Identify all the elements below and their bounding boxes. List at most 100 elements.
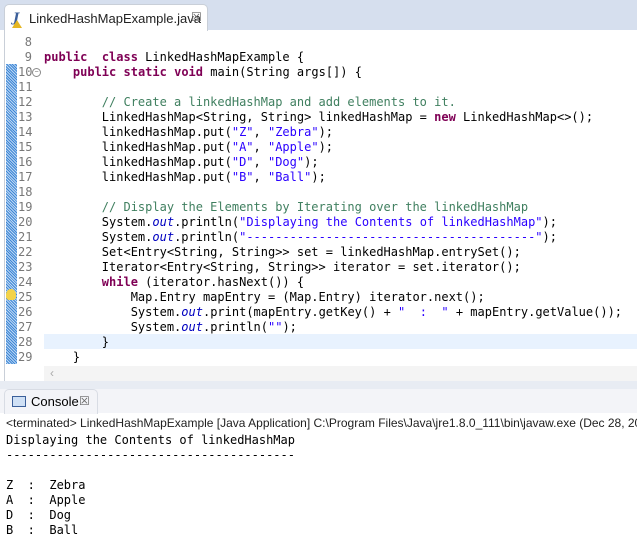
code-token: } bbox=[44, 335, 110, 349]
close-tab-icon[interactable]: ☒ bbox=[191, 10, 202, 24]
string-literal: "Z" bbox=[231, 125, 254, 139]
fold-collapse-icon[interactable]: − bbox=[32, 68, 41, 77]
code-token: System. bbox=[44, 230, 153, 244]
line-number: 29 bbox=[18, 350, 33, 364]
line-number: 11 bbox=[18, 80, 33, 94]
code-token: linkedHashMap.put( bbox=[44, 170, 232, 184]
code-line: System.out.println("--------------------… bbox=[44, 230, 557, 245]
string-literal: "A" bbox=[231, 140, 254, 154]
string-literal: " : " bbox=[398, 305, 449, 319]
line-number: 21 bbox=[18, 230, 33, 244]
keyword: while bbox=[101, 275, 138, 289]
code-token: , bbox=[253, 155, 268, 169]
panel-divider[interactable] bbox=[0, 381, 637, 389]
editor-tab-bar: J LinkedHashMapExample.java ☒ bbox=[0, 0, 637, 32]
code-line: // Display the Elements by Iterating ove… bbox=[44, 200, 528, 215]
tab-label: LinkedHashMapExample.java bbox=[29, 11, 201, 26]
console-output-line: Displaying the Contents of linkedHashMap bbox=[6, 433, 295, 447]
console-tab-label: Console bbox=[31, 394, 79, 409]
string-literal: "---------------------------------------… bbox=[239, 230, 543, 244]
code-token: ); bbox=[282, 320, 297, 334]
line-number: 20 bbox=[18, 215, 33, 229]
code-token: .println( bbox=[174, 230, 240, 244]
code-token: linkedHashMap.put( bbox=[44, 125, 232, 139]
string-literal: "Zebra" bbox=[267, 125, 319, 139]
keyword: class bbox=[101, 50, 138, 64]
code-token: } bbox=[44, 350, 81, 364]
code-token: LinkedHashMap<>(); bbox=[455, 110, 594, 124]
string-literal: "B" bbox=[231, 170, 254, 184]
line-number: 23 bbox=[18, 260, 33, 274]
current-line-highlight bbox=[44, 334, 637, 349]
keyword: public bbox=[44, 50, 88, 64]
code-token: (iterator.hasNext()) { bbox=[137, 275, 305, 289]
line-number: 14 bbox=[18, 125, 33, 139]
keyword: public bbox=[72, 65, 117, 79]
console-icon bbox=[12, 396, 26, 407]
code-token: ); bbox=[318, 140, 334, 154]
string-literal: "Dog" bbox=[267, 155, 305, 169]
comment: // Display the Elements by Iterating ove… bbox=[101, 200, 529, 214]
code-token: main(String args[]) { bbox=[203, 65, 362, 79]
code-line: linkedHashMap.put("D", "Dog"); bbox=[44, 155, 319, 170]
line-number: 12 bbox=[18, 95, 33, 109]
code-line: Iterator<Entry<String, String>> iterator… bbox=[44, 260, 521, 275]
string-literal: "Ball" bbox=[267, 170, 312, 184]
console-output-line: ---------------------------------------- bbox=[6, 448, 295, 462]
code-line: System.out.print(mapEntry.getKey() + " :… bbox=[44, 305, 622, 320]
lightbulb-warning-icon[interactable] bbox=[6, 289, 16, 300]
console-output[interactable]: Displaying the Contents of linkedHashMap… bbox=[6, 433, 295, 538]
code-token: .print(mapEntry.getKey() + bbox=[202, 305, 399, 319]
code-token: linkedHashMap.put( bbox=[44, 140, 232, 154]
code-line: System.out.println(""); bbox=[44, 320, 297, 335]
code-token: , bbox=[253, 125, 268, 139]
code-line: public class LinkedHashMapExample { bbox=[44, 50, 304, 65]
line-number: 28 bbox=[18, 335, 33, 349]
close-console-icon[interactable]: ☒ bbox=[79, 394, 90, 408]
code-token: System. bbox=[44, 320, 182, 334]
code-token: System. bbox=[44, 215, 153, 229]
string-literal: "Apple" bbox=[267, 140, 319, 154]
static-field: out bbox=[181, 305, 203, 319]
line-number: 9 bbox=[24, 50, 32, 64]
code-line: public static void main(String args[]) { bbox=[44, 65, 362, 80]
line-number: 13 bbox=[18, 110, 33, 124]
console-output-line: Z : Zebra bbox=[6, 478, 86, 492]
static-field: out bbox=[152, 230, 175, 244]
line-number: 27 bbox=[18, 320, 33, 334]
tab-linkedhashmapexample-java[interactable]: J LinkedHashMapExample.java ☒ bbox=[4, 4, 208, 32]
line-number: 19 bbox=[18, 200, 33, 214]
code-line: linkedHashMap.put("A", "Apple"); bbox=[44, 140, 333, 155]
keyword: void bbox=[174, 65, 203, 79]
keyword: static bbox=[123, 65, 167, 79]
tab-console[interactable]: Console ☒ bbox=[4, 389, 98, 414]
line-number: 24 bbox=[18, 275, 33, 289]
keyword: new bbox=[434, 110, 456, 124]
code-line: System.out.println("Displaying the Conte… bbox=[44, 215, 557, 230]
code-token: ); bbox=[304, 155, 319, 169]
code-line: Set<Entry<String, String>> set = linkedH… bbox=[44, 245, 521, 260]
code-line: linkedHashMap.put("Z", "Zebra"); bbox=[44, 125, 333, 140]
string-literal: "D" bbox=[231, 155, 254, 169]
code-line: LinkedHashMap<String, String> linkedHash… bbox=[44, 110, 593, 125]
code-token: linkedHashMap.put( bbox=[44, 155, 232, 169]
scroll-left-icon[interactable]: ‹ bbox=[50, 366, 54, 380]
code-token: , bbox=[253, 170, 268, 184]
horizontal-scrollbar[interactable]: ‹ bbox=[44, 366, 637, 381]
comment: // Create a linkedHashMap and add elemen… bbox=[101, 95, 456, 109]
string-literal: "Displaying the Contents of linkedHashMa… bbox=[239, 215, 543, 229]
change-ruler bbox=[6, 64, 17, 364]
code-line: Map.Entry mapEntry = (Map.Entry) iterato… bbox=[44, 290, 485, 305]
line-number: 10 bbox=[18, 65, 33, 79]
line-number: 25 bbox=[18, 290, 33, 304]
static-field: out bbox=[181, 320, 203, 334]
code-line: // Create a linkedHashMap and add elemen… bbox=[44, 95, 456, 110]
code-token: ); bbox=[318, 125, 334, 139]
console-output-line: A : Apple bbox=[6, 493, 86, 507]
